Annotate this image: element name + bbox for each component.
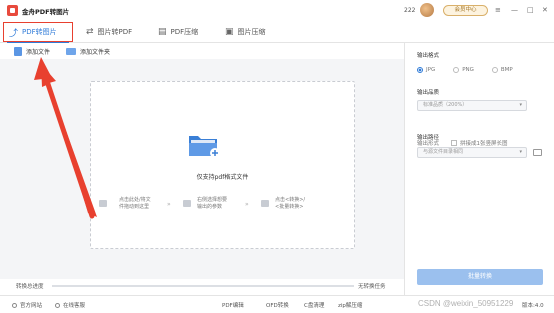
tab-label: PDF压缩 — [170, 28, 199, 36]
format-option-jpg[interactable]: JPG — [417, 67, 435, 73]
image-to-pdf-icon: ⇄ — [86, 27, 94, 37]
close-icon[interactable]: ✕ — [542, 6, 548, 14]
tab-image-compress[interactable]: ▣ 图片压缩 — [225, 22, 266, 42]
drop-zone[interactable]: 仅支持pdf格式文件 点击此处/将文 件拖动到这里 » 右侧选择想要 输出的参数 »… — [90, 81, 355, 249]
output-format-title: 输出格式 — [417, 53, 440, 59]
step-folder-icon — [99, 200, 107, 207]
file-icon — [14, 47, 22, 56]
tab-pdf-compress[interactable]: ▤ PDF压缩 — [158, 22, 198, 42]
step-convert-icon — [261, 200, 269, 207]
version-label: 版本:4.0 — [522, 303, 544, 309]
unzip-link[interactable]: zip解压缩 — [338, 301, 362, 309]
step-settings-icon — [183, 200, 191, 207]
app-title: 金舟PDF转图片 — [22, 8, 70, 16]
highlight-annotation-box — [3, 22, 73, 42]
menu-icon[interactable]: ≡ — [495, 6, 501, 14]
tab-label: 图片转PDF — [97, 28, 133, 36]
format-option-png[interactable]: PNG — [453, 67, 474, 73]
tab-bar: ⤴ PDF转图片 ⇄ 图片转PDF ▤ PDF压缩 ▣ 图片压缩 — [0, 20, 554, 43]
browse-folder-icon[interactable] — [533, 149, 542, 156]
add-folder-label: 添加文件夹 — [80, 49, 111, 56]
batch-convert-button[interactable]: 批量转换 — [417, 269, 543, 285]
minimize-icon[interactable]: — — [511, 6, 518, 14]
pdf-edit-link[interactable]: PDF编辑 — [222, 301, 244, 309]
step-2: 右侧选择想要 输出的参数 — [197, 197, 228, 210]
drop-zone-hint: 仅支持pdf格式文件 — [196, 174, 249, 181]
globe-icon — [12, 302, 17, 308]
output-path-select[interactable]: 与源文件目录相同 ▾ — [417, 147, 527, 158]
ofd-convert-link[interactable]: OFD转换 — [266, 301, 289, 309]
long-image-label: 拼接成1张竖屏长图 — [460, 141, 508, 147]
tab-label: 图片压缩 — [237, 28, 266, 36]
quality-select[interactable]: 标准品质（200%） ▾ — [417, 100, 527, 111]
add-folder-button[interactable]: 添加文件夹 — [66, 47, 110, 56]
radio-icon — [453, 67, 460, 73]
step-3: 点击<转换>/<批量转换> — [275, 197, 306, 210]
format-option-bmp[interactable]: BMP — [491, 67, 513, 73]
status-bar: 官方网站 在线客服 PDF编辑 OFD转换 C盘清理 zip解压缩 版本:4.0… — [0, 295, 554, 313]
avatar[interactable] — [420, 3, 434, 17]
headset-icon — [55, 302, 60, 308]
user-count: 222 — [404, 7, 416, 14]
output-path-value: 与源文件目录相同 — [423, 149, 464, 155]
progress-status: 无转换任务 — [358, 284, 386, 290]
disk-clean-link[interactable]: C盘清理 — [304, 301, 324, 309]
step-arrow-icon: » — [245, 201, 249, 208]
add-file-label: 添加文件 — [26, 49, 51, 56]
long-image-checkbox[interactable] — [451, 140, 457, 146]
vip-center-label: 会员中心 — [454, 7, 477, 13]
chevron-down-icon: ▾ — [519, 102, 522, 108]
maximize-icon[interactable]: □ — [527, 6, 534, 14]
usage-steps: 点击此处/将文 件拖动到这里 » 右侧选择想要 输出的参数 » 点击<转换>/<批量… — [99, 197, 349, 219]
quality-value: 标准品质（200%） — [423, 102, 468, 108]
official-website-link[interactable]: 官方网站 — [12, 301, 42, 309]
app-logo-icon — [7, 5, 18, 16]
add-folder-illustration-icon — [189, 136, 219, 158]
output-quality-title: 输出品质 — [417, 90, 440, 96]
vip-center-button[interactable]: 会员中心 — [443, 5, 488, 16]
pdf-compress-icon: ▤ — [158, 27, 167, 37]
settings-panel: 输出格式 JPG PNG BMP 输出品质 标准品质（200%） ▾ 输出形式 … — [404, 43, 554, 295]
radio-selected-icon — [417, 67, 423, 73]
radio-icon — [491, 67, 498, 73]
add-file-button[interactable]: 添加文件 — [14, 47, 50, 56]
image-compress-icon: ▣ — [225, 27, 234, 37]
progress-bar — [52, 285, 354, 287]
progress-row: 转换总进度 无转换任务 — [0, 280, 404, 292]
progress-label: 转换总进度 — [16, 284, 44, 290]
online-service-link[interactable]: 在线客服 — [55, 301, 85, 309]
chevron-down-icon: ▾ — [519, 149, 522, 155]
step-1: 点击此处/将文 件拖动到这里 — [119, 197, 151, 210]
step-arrow-icon: » — [167, 201, 171, 208]
watermark: CSDN @weixin_50951229 — [418, 299, 514, 308]
output-path-title: 输出路径 — [417, 135, 440, 141]
folder-icon — [66, 48, 76, 55]
tab-image-to-pdf[interactable]: ⇄ 图片转PDF — [86, 22, 132, 42]
title-bar: 金舟PDF转图片 222 会员中心 ≡ — □ ✕ — [0, 0, 554, 20]
format-options: JPG PNG BMP — [417, 67, 531, 73]
